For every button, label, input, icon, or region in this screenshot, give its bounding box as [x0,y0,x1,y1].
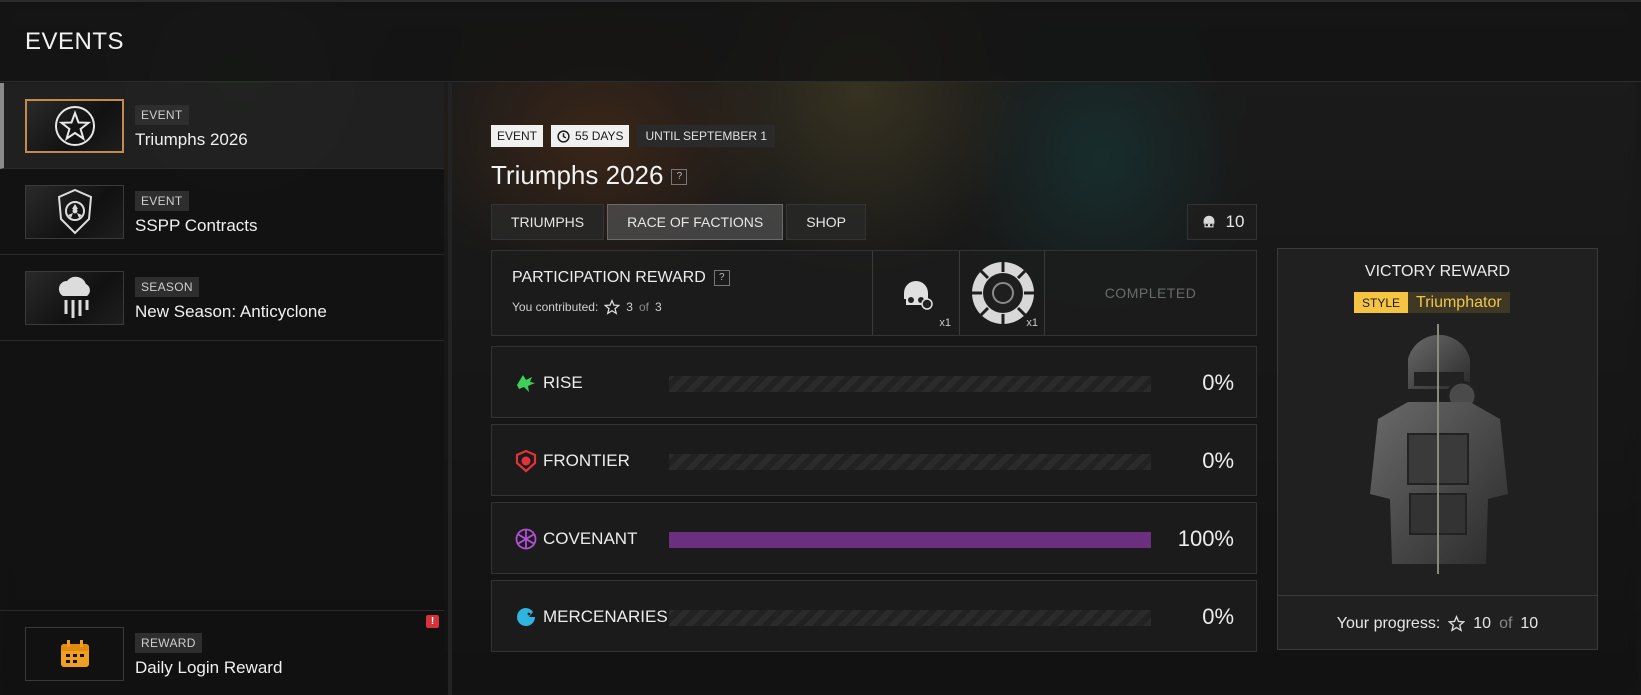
faction-percent: 0% [1202,604,1234,629]
sidebar-item-tag: SEASON [135,277,199,297]
sidebar-item-label: Daily Login Reward [135,658,283,677]
sidebar-item-tag: EVENT [135,105,189,125]
until-date-badge: UNTIL SEPTEMBER 1 [637,125,776,147]
faction-percent: 0% [1202,448,1234,473]
faction-row-frontier: FRONTIER 0% [491,424,1257,496]
star-icon [1448,615,1466,632]
event-title-text: Triumphs 2026 [491,160,664,190]
event-tabs: TRIUMPHS RACE OF FACTIONS SHOP [491,204,866,240]
clock-icon [557,129,570,143]
faction-name: RISE [543,373,583,392]
sidebar-item-label: Triumphs 2026 [135,130,248,149]
sidebar-item-label: New Season: Anticyclone [135,302,327,321]
days-left-text: 55 DAYS [575,129,624,143]
points-counter: 10 [1187,204,1257,240]
faction-row-mercenaries: MERCENARIES 0% [491,580,1257,652]
star-icon [604,299,621,315]
reward-quantity: x1 [939,317,951,329]
sidebar-item-label: SSPP Contracts [135,216,258,235]
armored-soldier-image[interactable] [1338,324,1538,579]
event-badges: EVENT 55 DAYS UNTIL SEPTEMBER 1 [491,125,776,147]
faction-row-covenant: COVENANT 100% [491,502,1257,574]
completed-status: COMPLETED [1044,251,1256,335]
style-label-row: STYLE Triumphator [1354,292,1510,313]
reward-slot[interactable]: x1 [959,251,1046,335]
faction-row-rise: RISE 0% [491,346,1257,418]
faction-name: COVENANT [543,529,638,548]
alert-badge: ! [426,615,439,628]
reward-slot[interactable]: x1 [872,251,959,335]
contributed-label: You contributed: [512,300,599,314]
calendar-icon [25,627,124,681]
tab-triumphs[interactable]: TRIUMPHS [491,204,605,240]
faction-progress-track [669,454,1151,470]
of-label: of [638,300,649,314]
style-tag: STYLE [1354,292,1409,313]
contributed-value: 3 [626,300,633,314]
sidebar-item-triumphs[interactable]: EVENT Triumphs 2026 [0,83,444,169]
rise-dragon-icon [517,375,535,392]
star-icon [25,99,124,153]
faction-progress-track [669,532,1151,548]
covenant-wheel-icon [515,528,537,550]
contribution-row: You contributed: 3 of 3 [512,299,662,315]
help-icon[interactable]: ? [671,169,688,186]
style-name: Triumphator [1408,292,1510,313]
radiation-shield-icon [25,185,124,239]
days-left-badge: 55 DAYS [551,125,630,147]
sidebar-item-daily-login[interactable]: REWARD Daily Login Reward [0,610,444,695]
tab-race-of-factions[interactable]: RACE OF FACTIONS [607,204,784,240]
frontier-shield-icon [515,449,537,473]
reward-quantity: x1 [1026,317,1038,329]
sidebar-item-tag: EVENT [135,191,189,211]
storm-cloud-icon [25,271,124,325]
participation-title: PARTICIPATION REWARD? [512,269,730,287]
event-type-badge: EVENT [491,125,544,147]
sidebar-item-sspp-contracts[interactable]: EVENT SSPP Contracts [0,169,444,255]
progress-total: 10 [1520,614,1539,632]
event-content: EVENT 55 DAYS UNTIL SEPTEMBER 1 Triumphs… [452,83,1641,695]
helmet-emblem-icon [904,281,933,310]
faction-progress-track [669,610,1151,626]
contributed-total: 3 [655,300,662,314]
progress-label: Your progress: [1336,614,1441,632]
faction-name: FRONTIER [543,451,630,470]
faction-percent: 0% [1202,370,1234,395]
participation-reward-panel: PARTICIPATION REWARD? You contributed: 3… [491,250,1257,336]
of-label: of [1499,614,1513,632]
helmet-token-icon [1203,215,1214,228]
top-header: EVENTS [0,0,1641,82]
help-icon[interactable]: ? [713,269,730,286]
victory-reward-panel: VICTORY REWARD STYLE Triumphator Your pr… [1277,248,1598,650]
faction-progress-track [669,376,1151,392]
events-sidebar: EVENT Triumphs 2026 EVENT SSPP Contracts [0,83,444,695]
event-title: Triumphs 2026? [491,160,688,191]
points-value: 10 [1225,212,1245,231]
faction-name: MERCENARIES [543,607,668,626]
faction-percent: 100% [1177,526,1234,551]
sidebar-item-tag: REWARD [135,633,202,653]
tab-shop[interactable]: SHOP [786,204,866,240]
page-title: EVENTS [25,28,125,55]
faction-progress-fill [669,532,1151,548]
victory-progress: Your progress: 10 of 10 [1278,595,1597,651]
progress-value: 10 [1473,614,1492,632]
participation-title-text: PARTICIPATION REWARD [512,269,706,286]
sidebar-item-new-season[interactable]: SEASON New Season: Anticyclone [0,255,444,341]
victory-title: VICTORY REWARD [1364,263,1511,280]
mercenaries-eagle-icon [517,608,535,626]
